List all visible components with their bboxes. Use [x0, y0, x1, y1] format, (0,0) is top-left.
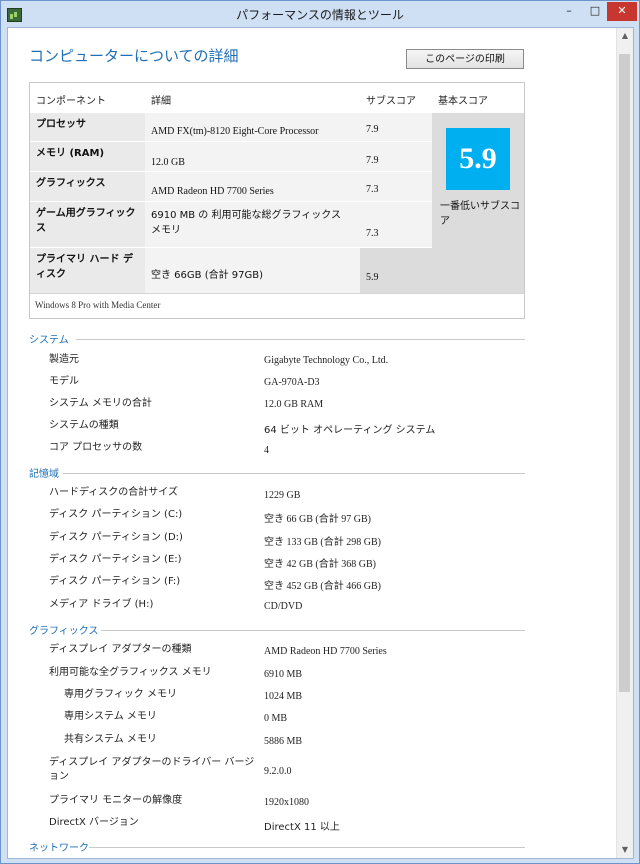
- base-score-note: 一番低いサブスコア: [440, 201, 520, 227]
- section-divider-system: [76, 339, 525, 340]
- label-model: モデル: [49, 376, 79, 387]
- label-partition-f: ディスク パーティション (F:): [49, 576, 181, 587]
- score-table: コンポーネント 詳細 サブスコア 基本スコア プロセッサ AMD FX(tm)-…: [29, 82, 525, 319]
- value-partition-f: 空き 452 GB (合計 466 GB): [264, 581, 381, 592]
- value-directx-version: DirectX 11 以上: [264, 822, 340, 833]
- maximize-button[interactable]: □: [583, 2, 607, 21]
- section-heading-graphics: グラフィックス: [29, 626, 99, 637]
- vertical-scrollbar[interactable]: ▲ ▼: [616, 28, 633, 858]
- page-title: コンピューターについての詳細: [29, 47, 239, 65]
- scroll-down-arrow-icon[interactable]: ▼: [617, 842, 633, 858]
- base-score-tile: 5.9: [446, 128, 510, 190]
- label-partition-d: ディスク パーティション (D:): [49, 532, 183, 543]
- value-partition-e: 空き 42 GB (合計 368 GB): [264, 559, 376, 570]
- value-total-disk-size: 1229 GB: [264, 490, 301, 501]
- value-media-drive: CD/DVD: [264, 601, 303, 612]
- value-model: GA-970A-D3: [264, 377, 320, 388]
- value-driver-version: 9.2.0.0: [264, 766, 292, 777]
- details-pane: コンピューターについての詳細 このページの印刷 コンポーネント 詳細 サブスコア…: [7, 27, 634, 859]
- scroll-up-arrow-icon[interactable]: ▲: [617, 28, 633, 44]
- subscore-memory: 7.9: [360, 141, 432, 171]
- label-monitor-resolution: プライマリ モニターの解像度: [49, 795, 183, 806]
- label-core-count: コア プロセッサの数: [49, 442, 143, 453]
- os-edition: Windows 8 Pro with Media Center: [30, 293, 524, 318]
- subscore-processor: 7.9: [360, 113, 432, 141]
- section-heading-network: ネットワーク: [29, 843, 89, 854]
- subscore-gaming-graphics: 7.3: [360, 201, 432, 247]
- component-memory: メモリ (RAM): [30, 141, 145, 171]
- value-manufacturer: Gigabyte Technology Co., Ltd.: [264, 355, 389, 366]
- subscore-graphics: 7.3: [360, 171, 432, 201]
- subscore-primary-hard-disk: 5.9: [360, 247, 432, 293]
- detail-gaming-graphics: 6910 MB の 利用可能な総グラフィックス メモリ: [145, 201, 360, 247]
- component-primary-hard-disk: プライマリ ハード ディスク: [30, 247, 145, 293]
- column-header-detail: 詳細: [151, 96, 171, 107]
- label-total-disk-size: ハードディスクの合計サイズ: [49, 487, 178, 498]
- column-header-component: コンポーネント: [36, 96, 106, 107]
- value-monitor-resolution: 1920x1080: [264, 797, 309, 808]
- detail-memory: 12.0 GB: [145, 141, 360, 171]
- label-manufacturer: 製造元: [49, 354, 79, 365]
- section-heading-system: システム: [29, 335, 69, 346]
- section-divider-graphics: [101, 630, 525, 631]
- label-dedicated-system-memory: 専用システム メモリ: [64, 711, 157, 722]
- detail-graphics: AMD Radeon HD 7700 Series: [145, 171, 360, 201]
- component-gaming-graphics: ゲーム用グラフィックス: [30, 201, 145, 247]
- detail-primary-hard-disk: 空き 66GB (合計 97GB): [145, 247, 360, 293]
- value-total-memory: 12.0 GB RAM: [264, 399, 324, 410]
- label-directx-version: DirectX バージョン: [49, 817, 139, 828]
- label-total-graphics-memory: 利用可能な全グラフィックス メモリ: [49, 667, 212, 678]
- section-heading-storage: 記憶域: [29, 469, 59, 480]
- label-media-drive: メディア ドライブ (H:): [49, 599, 154, 610]
- section-divider-network: [89, 847, 525, 848]
- window: パフォーマンスの情報とツール – □ ✕ コンピューターについての詳細 このペー…: [0, 0, 640, 864]
- component-graphics: グラフィックス: [30, 171, 145, 201]
- label-system-type: システムの種類: [49, 420, 119, 431]
- label-dedicated-graphics-memory: 専用グラフィック メモリ: [64, 689, 177, 700]
- value-adapter-type: AMD Radeon HD 7700 Series: [264, 646, 387, 657]
- window-title: パフォーマンスの情報とツール: [236, 8, 404, 22]
- label-shared-system-memory: 共有システム メモリ: [64, 734, 157, 745]
- value-shared-system-memory: 5886 MB: [264, 736, 303, 747]
- scrollbar-thumb[interactable]: [619, 54, 630, 692]
- value-dedicated-system-memory: 0 MB: [264, 713, 288, 724]
- value-dedicated-graphics-memory: 1024 MB: [264, 691, 303, 702]
- component-processor: プロセッサ: [30, 113, 145, 141]
- label-total-memory: システム メモリの合計: [49, 398, 152, 409]
- column-header-base-score: 基本スコア: [438, 96, 488, 107]
- value-partition-d: 空き 133 GB (合計 298 GB): [264, 537, 381, 548]
- base-score-cell: 5.9 一番低いサブスコア: [432, 113, 524, 293]
- label-driver-version: ディスプレイ アダプターのドライバー バージョン: [49, 757, 255, 782]
- value-partition-c: 空き 66 GB (合計 97 GB): [264, 514, 371, 525]
- label-adapter-type: ディスプレイ アダプターの種類: [49, 644, 192, 655]
- value-core-count: 4: [264, 445, 269, 456]
- print-page-button[interactable]: このページの印刷: [406, 49, 524, 69]
- close-button[interactable]: ✕: [607, 2, 637, 21]
- detail-processor: AMD FX(tm)-8120 Eight-Core Processor: [145, 113, 360, 141]
- label-partition-e: ディスク パーティション (E:): [49, 554, 182, 565]
- title-bar[interactable]: パフォーマンスの情報とツール – □ ✕: [1, 1, 639, 27]
- value-system-type: 64 ビット オペレーティング システム: [264, 425, 436, 436]
- column-header-subscore: サブスコア: [366, 96, 416, 107]
- minimize-button[interactable]: –: [557, 2, 581, 21]
- value-total-graphics-memory: 6910 MB: [264, 669, 303, 680]
- section-divider-storage: [63, 473, 525, 474]
- label-partition-c: ディスク パーティション (C:): [49, 509, 183, 520]
